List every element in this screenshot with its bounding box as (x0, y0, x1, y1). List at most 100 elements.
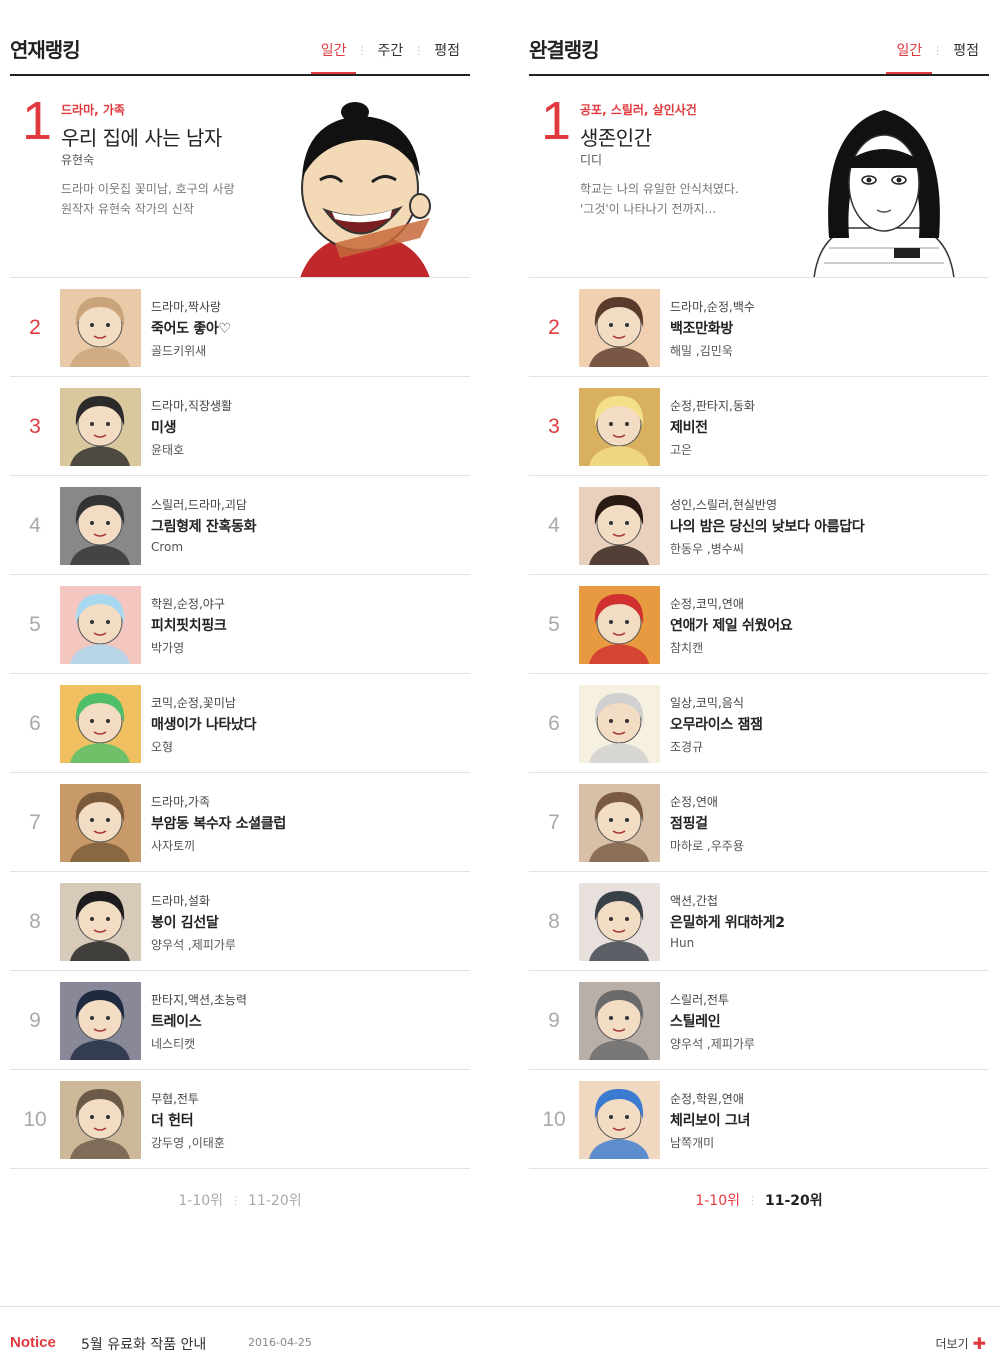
ranking-row[interactable]: 8 액션,간첩 은밀하게 위대하게2 Hun (529, 872, 989, 971)
comic-title[interactable]: 은밀하게 위대하게2 (670, 912, 785, 932)
comic-title[interactable]: 체리보이 그녀 (670, 1110, 750, 1130)
tab-weekly[interactable]: 주간 (375, 42, 405, 74)
comic-thumbnail[interactable] (60, 982, 141, 1060)
comic-thumbnail[interactable] (579, 1081, 660, 1159)
top-ranked-item[interactable]: 1 공포, 스릴러, 살인사건 생존인간 디디 학교는 나의 유일한 안식처였다… (529, 76, 989, 278)
comic-thumbnail[interactable] (60, 586, 141, 664)
comic-title[interactable]: 부암동 복수자 소셜클럽 (151, 813, 286, 833)
rank-number: 9 (29, 1009, 41, 1032)
genre-label: 코믹,순정,꽃미남 (151, 696, 236, 710)
ranking-row[interactable]: 4 성인,스릴러,현실반영 나의 밤은 당신의 낮보다 아름답다 한동우 ,병수씨 (529, 476, 989, 575)
author-name: Crom (151, 540, 184, 554)
genre-label: 드라마,짝사랑 (151, 300, 222, 314)
ranking-row[interactable]: 6 코믹,순정,꽃미남 매생이가 나타났다 오형 (10, 674, 470, 773)
ranking-row[interactable]: 5 순정,코믹,연애 연애가 제일 쉬웠어요 참치캔 (529, 575, 989, 674)
author-name: 남쪽개미 (670, 1136, 715, 1150)
comic-thumbnail[interactable] (579, 883, 660, 961)
comic-title[interactable]: 우리 집에 사는 남자 (61, 122, 222, 151)
rank-number: 4 (548, 514, 560, 537)
ranking-row[interactable]: 10 무협,전투 더 헌터 강두영 ,이태훈 (10, 1070, 470, 1169)
tab-rating[interactable]: 평점 (432, 42, 462, 74)
comic-thumbnail[interactable] (579, 586, 660, 664)
page-11-20[interactable]: 11-20위 (248, 1190, 302, 1210)
top-ranked-item[interactable]: 1 드라마, 가족 우리 집에 사는 남자 유현숙 드라마 이웃집 꽃미남, 호… (10, 76, 470, 278)
comic-description: 학교는 나의 유일한 안식처였다. '그것'이 나타나기 전까지... (580, 182, 739, 216)
page-1-10[interactable]: 1-10위 (178, 1190, 223, 1210)
ranking-row[interactable]: 9 판타지,액션,초능력 트레이스 네스티캣 (10, 971, 470, 1070)
notice-link[interactable]: 5월 유료화 작품 안내 (81, 1334, 206, 1354)
ranking-row[interactable]: 6 일상,코믹,음식 오무라이스 잼잼 조경규 (529, 674, 989, 773)
comic-title[interactable]: 점핑걸 (670, 813, 708, 833)
genre-label: 드라마,가족 (151, 795, 211, 809)
genre-label: 액션,간첩 (670, 894, 718, 908)
rank-number: 4 (29, 514, 41, 537)
tab-rating[interactable]: 평점 (951, 42, 981, 74)
ranking-row[interactable]: 8 드라마,설화 봉이 김선달 양우석 ,제피가루 (10, 872, 470, 971)
comic-thumbnail[interactable] (579, 982, 660, 1060)
ranking-row[interactable]: 9 스릴러,전투 스틸레인 양우석 ,제피가루 (529, 971, 989, 1070)
genre-label: 드라마, 가족 (61, 103, 125, 117)
comic-thumbnail[interactable] (60, 685, 141, 763)
completed-ranking-title: 완결랭킹 (529, 38, 600, 62)
genre-label: 순정,연애 (670, 795, 718, 809)
ranking-row[interactable]: 7 순정,연애 점핑걸 마하로 ,우주용 (529, 773, 989, 872)
author-name: 박가영 (151, 641, 185, 655)
comic-title[interactable]: 백조만화방 (670, 318, 733, 338)
comic-title[interactable]: 나의 밤은 당신의 낮보다 아름답다 (670, 516, 865, 536)
ranking-row[interactable]: 10 순정,학원,연애 체리보이 그녀 남쪽개미 (529, 1070, 989, 1169)
comic-thumbnail[interactable] (579, 487, 660, 565)
comic-thumbnail[interactable] (60, 388, 141, 466)
comic-title[interactable]: 매생이가 나타났다 (151, 714, 257, 734)
author-name: 고은 (670, 443, 693, 457)
rank-number: 3 (548, 415, 560, 438)
comic-title[interactable]: 생존인간 (580, 122, 652, 151)
ranking-row[interactable]: 2 드라마,순정,백수 백조만화방 해밀 ,김민욱 (529, 278, 989, 377)
comic-title[interactable]: 죽어도 좋아♡ (151, 318, 231, 338)
featured-character-art[interactable] (799, 98, 969, 278)
page-11-20[interactable]: 11-20위 (765, 1190, 823, 1210)
ranking-row[interactable]: 7 드라마,가족 부암동 복수자 소셜클럽 사자토끼 (10, 773, 470, 872)
comic-thumbnail[interactable] (60, 1081, 141, 1159)
comic-title[interactable]: 오무라이스 잼잼 (670, 714, 763, 734)
comic-title[interactable]: 미생 (151, 417, 176, 437)
comic-thumbnail[interactable] (579, 388, 660, 466)
more-button[interactable]: 더보기 ✚ (935, 1335, 986, 1352)
comic-title[interactable]: 트레이스 (151, 1011, 202, 1031)
comic-thumbnail[interactable] (60, 289, 141, 367)
author-name: 해밀 ,김민욱 (670, 344, 733, 358)
ranking-row[interactable]: 2 드라마,짝사랑 죽어도 좋아♡ 골드키위새 (10, 278, 470, 377)
ranking-row[interactable]: 5 학원,순정,야구 피치핏치핑크 박가영 (10, 575, 470, 674)
tab-daily[interactable]: 일간 (310, 42, 357, 74)
comic-thumbnail[interactable] (579, 685, 660, 763)
comic-title[interactable]: 피치핏치핑크 (151, 615, 227, 635)
ranking-row[interactable]: 3 순정,판타지,동화 제비전 고은 (529, 377, 989, 476)
genre-label: 공포, 스릴러, 살인사건 (580, 103, 697, 117)
comic-title[interactable]: 그림형제 잔혹동화 (151, 516, 257, 536)
comic-title[interactable]: 제비전 (670, 417, 708, 437)
comic-thumbnail[interactable] (60, 487, 141, 565)
author-name: 네스티캣 (151, 1037, 196, 1051)
comic-thumbnail[interactable] (579, 784, 660, 862)
comic-title[interactable]: 스틸레인 (670, 1011, 721, 1031)
ranking-row[interactable]: 3 드라마,직장생활 미생 윤태호 (10, 377, 470, 476)
comic-thumbnail[interactable] (60, 883, 141, 961)
ranking-row[interactable]: 4 스릴러,드라마,괴담 그림형제 잔혹동화 Crom (10, 476, 470, 575)
page-1-10[interactable]: 1-10위 (695, 1190, 740, 1210)
author-name: 유현숙 (61, 153, 95, 167)
plus-icon: ✚ (972, 1333, 986, 1353)
comic-thumbnail[interactable] (579, 289, 660, 367)
genre-label: 드라마,설화 (151, 894, 211, 908)
rank-number: 10 (23, 1108, 47, 1131)
featured-character-art[interactable] (280, 98, 450, 278)
comic-title[interactable]: 연애가 제일 쉬웠어요 (670, 615, 793, 635)
author-name: 사자토끼 (151, 839, 196, 853)
rank-number: 8 (548, 910, 560, 933)
author-name: 강두영 ,이태훈 (151, 1136, 225, 1150)
comic-thumbnail[interactable] (60, 784, 141, 862)
completed-ranking-header: 완결랭킹 일간 ⋮ 평점 (529, 0, 989, 76)
comic-title[interactable]: 봉이 김선달 (151, 912, 219, 932)
comic-title[interactable]: 더 헌터 (151, 1110, 194, 1130)
author-name: 골드키위새 (151, 344, 207, 358)
rank-number: 7 (548, 811, 560, 834)
tab-daily[interactable]: 일간 (886, 42, 932, 74)
